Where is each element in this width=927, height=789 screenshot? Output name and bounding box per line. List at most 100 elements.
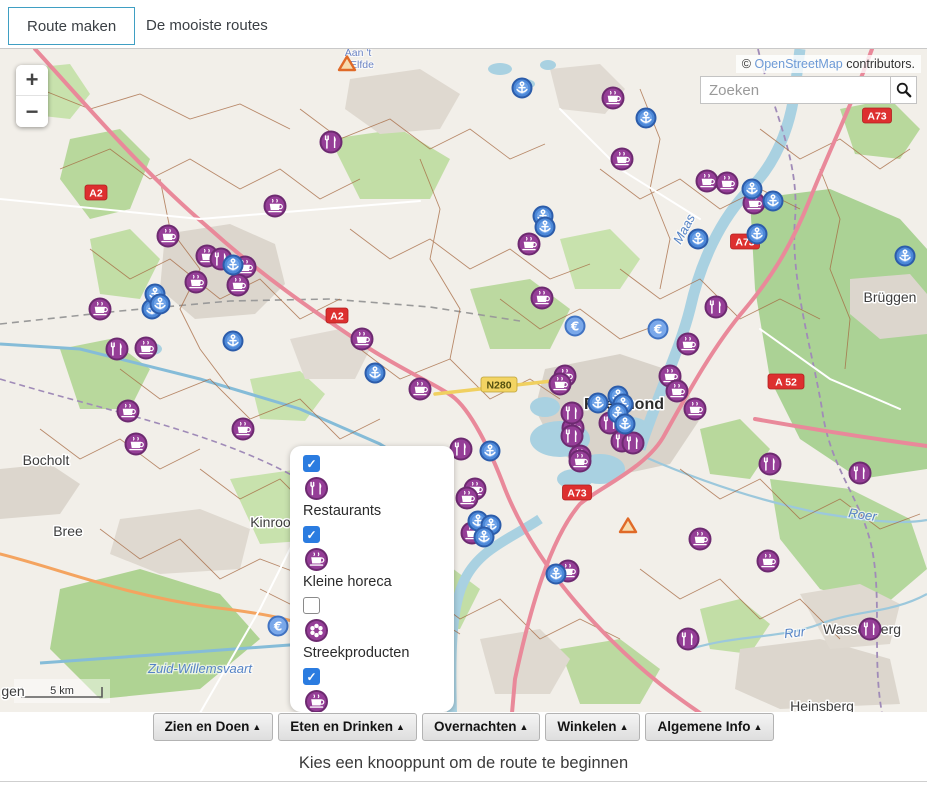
map-marker-euro[interactable] xyxy=(566,317,585,336)
map-marker-fork[interactable] xyxy=(850,463,871,484)
kleine-horeca-checkbox[interactable]: ✓ xyxy=(303,526,320,543)
restaurants-icon xyxy=(303,475,330,502)
filter-item-terras-lounge: ✓ Terras/Lounge xyxy=(303,668,454,712)
kleine-horeca-icon xyxy=(303,546,330,573)
tab-mooiste-routes[interactable]: De mooiste routes xyxy=(128,7,286,45)
map-marker-cup[interactable] xyxy=(667,381,688,402)
svg-text:A2: A2 xyxy=(89,188,103,200)
map-marker-fork[interactable] xyxy=(678,629,699,650)
map-marker-cup[interactable] xyxy=(118,401,139,422)
map-marker-blue[interactable] xyxy=(224,256,243,275)
map-marker-cup[interactable] xyxy=(126,434,147,455)
map-marker-blue[interactable] xyxy=(224,332,243,351)
check-icon: ✓ xyxy=(306,458,316,470)
map-marker-fork[interactable] xyxy=(760,454,781,475)
map-marker-cup[interactable] xyxy=(186,272,207,293)
map-marker-cup[interactable] xyxy=(685,399,706,420)
check-icon: ✓ xyxy=(306,529,316,541)
map-label-gen: gen xyxy=(1,683,24,699)
map-marker-cup[interactable] xyxy=(690,529,711,550)
map-marker-cup[interactable] xyxy=(603,88,624,109)
map-marker-cup[interactable] xyxy=(697,171,718,192)
map-marker-blue[interactable] xyxy=(481,442,500,461)
map[interactable]: € xyxy=(0,48,927,712)
map-marker-cup[interactable] xyxy=(570,451,591,472)
svg-text:A73: A73 xyxy=(567,488,586,500)
map-marker-blue[interactable] xyxy=(689,230,708,249)
streekproducten-checkbox[interactable]: ✓ xyxy=(303,597,320,614)
map-marker-fork[interactable] xyxy=(562,426,583,447)
map-marker-blue[interactable] xyxy=(536,218,555,237)
map-marker-cup[interactable] xyxy=(532,288,553,309)
map-marker-blue[interactable] xyxy=(589,394,608,413)
map-marker-blue[interactable] xyxy=(366,364,385,383)
map-attribution: © OpenStreetMap contributors. xyxy=(736,55,921,73)
filter-item-kleine-horeca: ✓ Kleine horeca xyxy=(303,526,454,590)
tab-route-maken[interactable]: Route maken xyxy=(8,7,135,45)
status-bar: Kies een knooppunt om de route te beginn… xyxy=(0,745,927,782)
map-canvas[interactable]: € xyxy=(0,49,927,712)
zoom-out-button[interactable]: − xyxy=(16,96,48,127)
map-label-rur: Rur xyxy=(783,624,806,641)
search-button[interactable] xyxy=(890,76,917,104)
tab-bar: Route maken De mooiste routes xyxy=(0,0,927,48)
search-input[interactable] xyxy=(700,76,890,104)
route-planner-page: Route maken De mooiste routes xyxy=(0,0,927,789)
map-marker-fork[interactable] xyxy=(562,403,583,424)
menu-algemene-info[interactable]: Algemene Info▲ xyxy=(645,713,774,741)
road-shield-n280: N280 xyxy=(481,377,517,392)
map-marker-cup[interactable] xyxy=(612,149,633,170)
map-marker-blue[interactable] xyxy=(475,528,494,547)
map-label-heinsberg: Heinsberg xyxy=(790,698,854,712)
map-marker-fork[interactable] xyxy=(623,433,644,454)
map-marker-blue[interactable] xyxy=(764,192,783,211)
map-marker-blue[interactable] xyxy=(743,180,762,199)
map-marker-fork[interactable] xyxy=(107,339,128,360)
menu-zien-en-doen[interactable]: Zien en Doen▲ xyxy=(153,713,274,741)
map-marker-cup[interactable] xyxy=(233,419,254,440)
attribution-suffix: contributors. xyxy=(846,57,915,71)
map-marker-cup[interactable] xyxy=(758,551,779,572)
menu-winkelen[interactable]: Winkelen▲ xyxy=(545,713,640,741)
svg-text:A2: A2 xyxy=(330,311,344,323)
map-marker-cup[interactable] xyxy=(136,338,157,359)
map-marker-blue[interactable] xyxy=(637,109,656,128)
map-label-br-ggen: Brüggen xyxy=(864,289,917,305)
map-marker-cup[interactable] xyxy=(265,196,286,217)
map-marker-cup[interactable] xyxy=(519,234,540,255)
filter-item-restaurants: ✓ Restaurants xyxy=(303,455,454,519)
openstreetmap-link[interactable]: OpenStreetMap xyxy=(754,57,842,71)
restaurants-checkbox[interactable]: ✓ xyxy=(303,455,320,472)
filter-item-label: Kleine horeca xyxy=(303,574,454,590)
map-marker-blue[interactable] xyxy=(616,415,635,434)
map-marker-blue[interactable] xyxy=(151,295,170,314)
menu-overnachten[interactable]: Overnachten▲ xyxy=(422,713,540,741)
map-marker-fork[interactable] xyxy=(860,619,881,640)
map-marker-cup[interactable] xyxy=(678,334,699,355)
map-marker-euro[interactable] xyxy=(269,617,288,636)
map-marker-blue[interactable] xyxy=(547,565,566,584)
map-marker-euro[interactable] xyxy=(649,320,668,339)
map-marker-cup[interactable] xyxy=(550,374,571,395)
map-marker-cup[interactable] xyxy=(352,329,373,350)
terras-lounge-icon xyxy=(303,688,330,712)
map-marker-blue[interactable] xyxy=(748,225,767,244)
map-marker-cup[interactable] xyxy=(410,379,431,400)
road-shield-a52: A 52 xyxy=(768,374,804,389)
map-marker-cup[interactable] xyxy=(457,488,478,509)
map-label-bocholt: Bocholt xyxy=(23,452,70,468)
map-marker-blue[interactable] xyxy=(513,79,532,98)
map-marker-fork[interactable] xyxy=(706,297,727,318)
terras-lounge-checkbox[interactable]: ✓ xyxy=(303,668,320,685)
category-menu-bar: Zien en Doen▲ Eten en Drinken▲ Overnacht… xyxy=(0,712,927,745)
chevron-up-icon: ▲ xyxy=(620,722,629,732)
map-marker-cup[interactable] xyxy=(717,173,738,194)
map-marker-blue[interactable] xyxy=(896,247,915,266)
map-marker-cup[interactable] xyxy=(158,226,179,247)
map-marker-cup[interactable] xyxy=(90,299,111,320)
menu-eten-en-drinken[interactable]: Eten en Drinken▲ xyxy=(278,713,417,741)
check-icon: ✓ xyxy=(306,671,316,683)
zoom-in-button[interactable]: + xyxy=(16,65,48,96)
map-marker-fork[interactable] xyxy=(321,132,342,153)
map-marker-cup[interactable] xyxy=(228,275,249,296)
